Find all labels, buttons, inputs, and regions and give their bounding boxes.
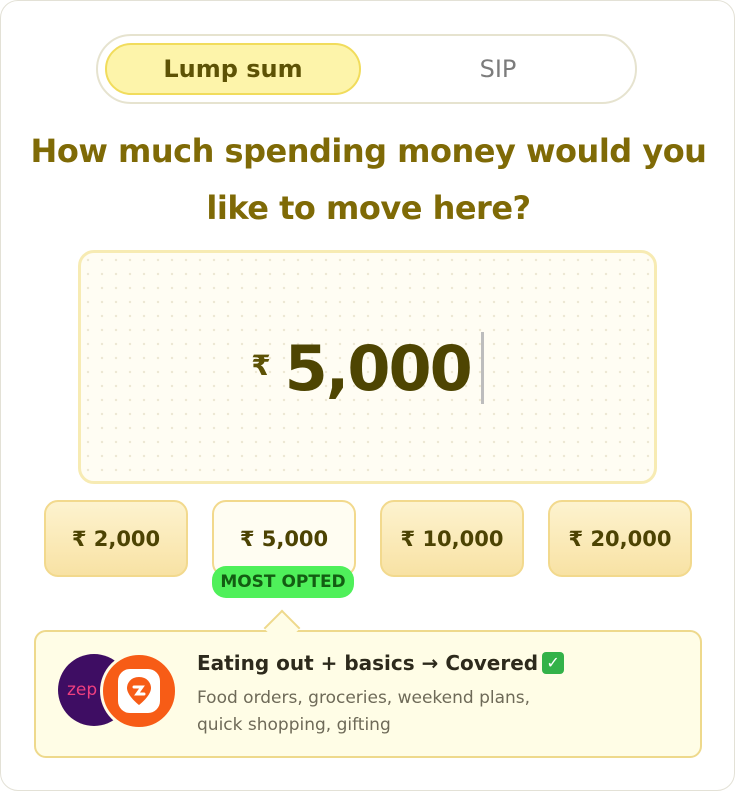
quick-amount-2000[interactable]: ₹ 2,000 <box>44 500 188 577</box>
swiggy-logo <box>100 652 178 730</box>
info-title: Eating out + basics → Covered ✓ <box>197 651 565 675</box>
page-title: How much spending money would you like t… <box>30 132 707 227</box>
zepto-logo-text: zep <box>67 680 98 700</box>
quick-amount-10000[interactable]: ₹ 10,000 <box>380 500 524 577</box>
info-description: Food orders, groceries, weekend plans, q… <box>197 688 531 735</box>
check-icon: ✓ <box>542 652 565 674</box>
currency-symbol: ₹ <box>251 348 271 382</box>
swiggy-pin-icon <box>118 669 160 713</box>
tab-lump-sum[interactable]: Lump sum <box>105 43 361 95</box>
amount-display: ₹ 5,000 <box>81 323 654 413</box>
tab-sip[interactable]: SIP <box>370 43 626 95</box>
most-opted-badge: MOST OPTED <box>212 566 354 598</box>
info-title-text: Eating out + basics → Covered <box>197 651 539 675</box>
mode-toggle: Lump sum SIP <box>96 34 637 104</box>
text-cursor <box>480 332 484 404</box>
amount-value: 5,000 <box>284 331 473 405</box>
quick-amount-20000[interactable]: ₹ 20,000 <box>548 500 692 577</box>
amount-input[interactable]: ₹ 5,000 <box>78 250 657 484</box>
amount-selector-card: Lump sum SIP How much spending money wou… <box>0 0 735 791</box>
